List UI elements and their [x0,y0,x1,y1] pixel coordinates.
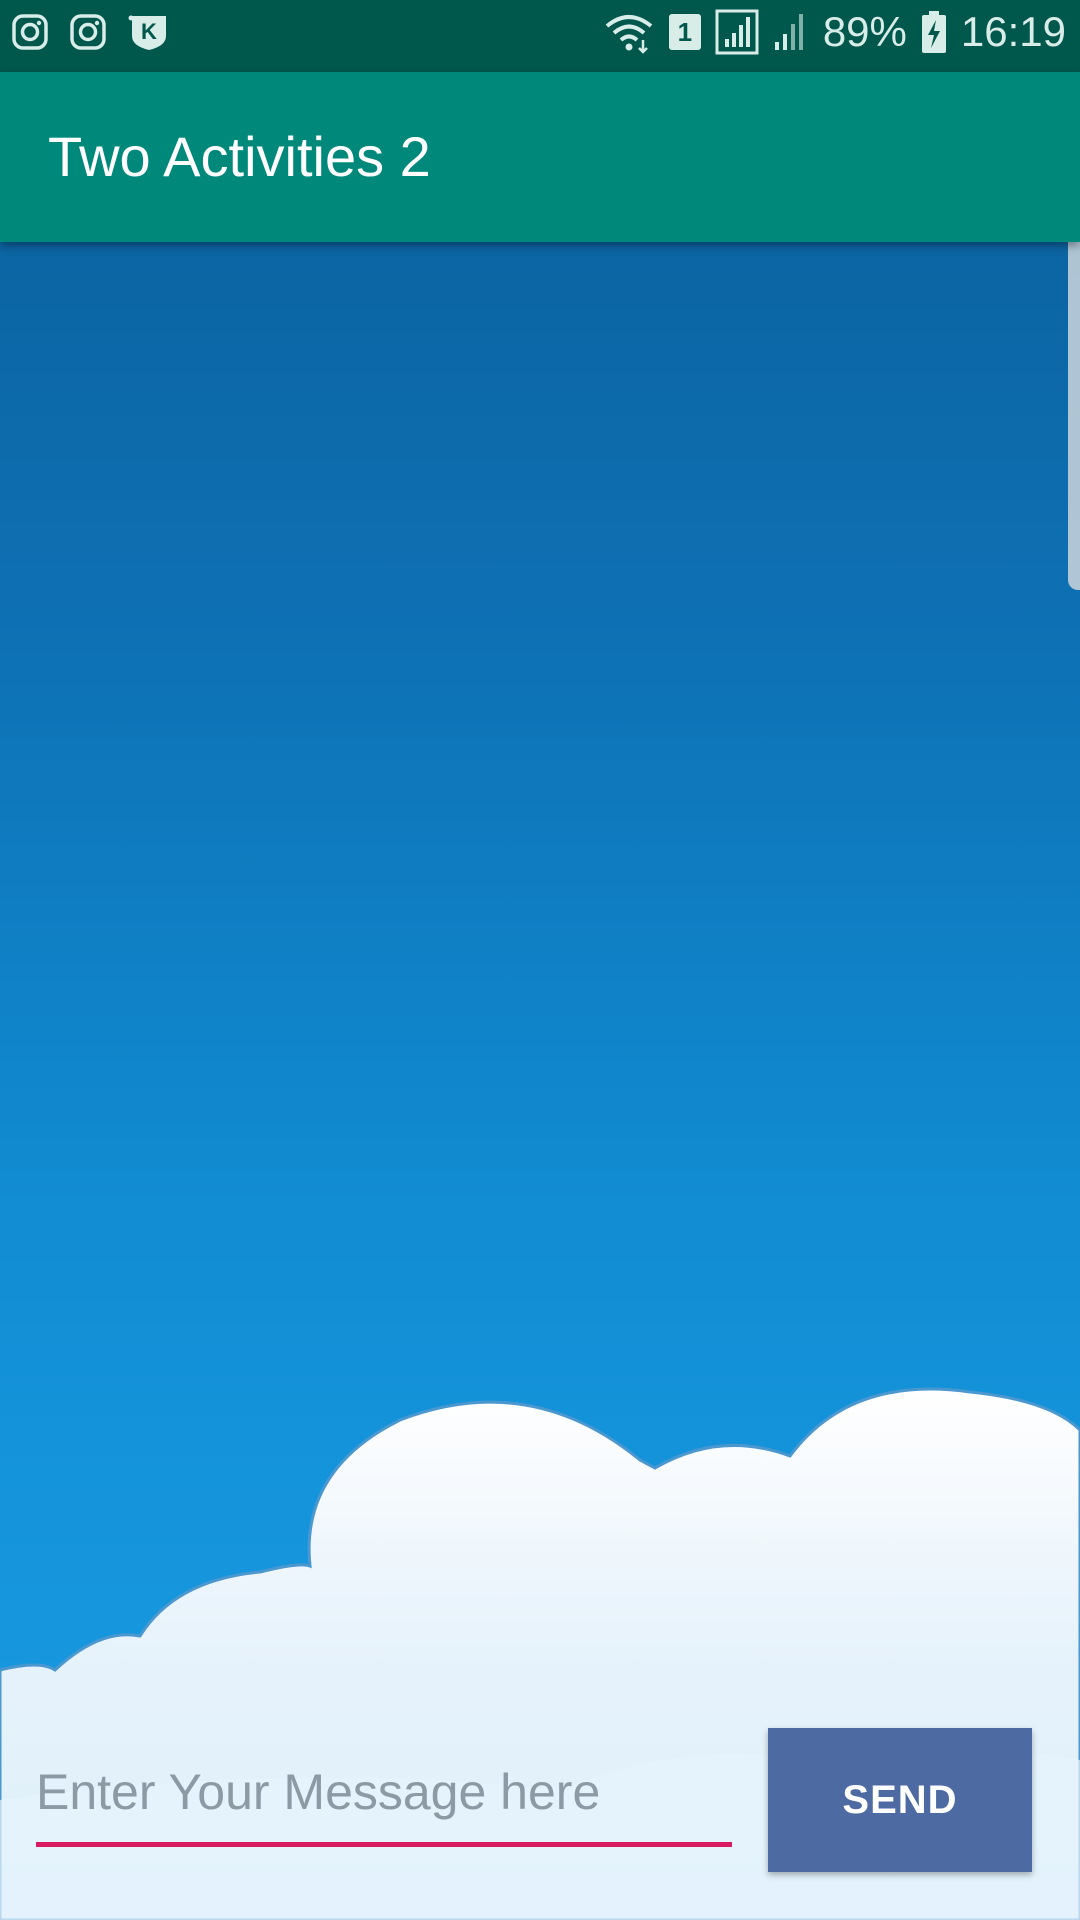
scrollbar[interactable] [1068,222,1080,590]
app-title: Two Activities 2 [48,125,431,188]
signal-strength-icon [715,9,759,55]
system-indicators: 1 89% 16:19 [603,8,1066,56]
app-bar: Two Activities 2 [0,72,1080,242]
instagram-icon [70,14,106,50]
send-button[interactable]: SEND [768,1728,1032,1872]
message-input[interactable] [36,1760,732,1824]
notification-icons: K [12,12,170,52]
instagram-icon [12,14,48,50]
status-bar: K 1 89% 16:19 [0,0,1080,72]
app-screen: K 1 89% 16:19 Two Activities 2 Enter You… [0,0,1080,1920]
battery-charging-icon [921,10,947,54]
wifi-icon [603,10,655,54]
kik-icon: K [128,12,170,52]
battery-percent: 89% [822,8,907,55]
signal-secondary-icon [773,10,809,54]
svg-text:K: K [141,19,157,44]
sim-slot-badge: 1 [668,14,701,50]
input-underline [36,1842,732,1847]
clock: 16:19 [960,8,1066,55]
